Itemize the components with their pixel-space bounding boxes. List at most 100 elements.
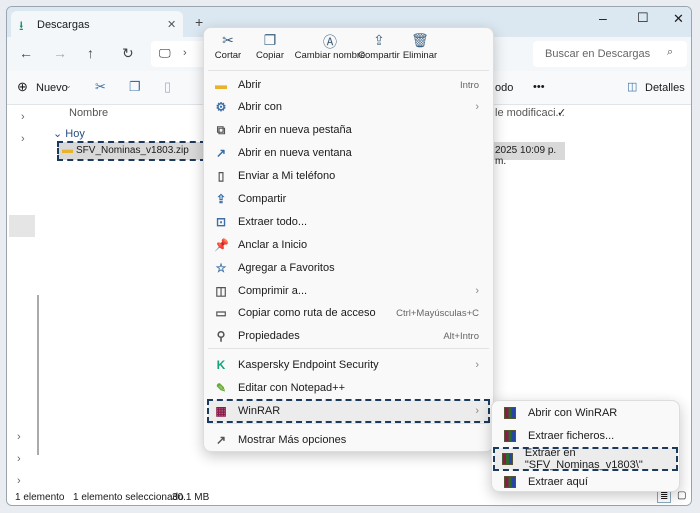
cut-icon: ✂ — [222, 32, 234, 48]
rename-label: Cambiar nombre — [294, 50, 366, 61]
menu-item-mostrar-más-opciones[interactable]: ↗ Mostrar Más opciones — [208, 429, 489, 451]
file-row-selected[interactable]: ▬ SFV_Nominas_v1803.zip — [57, 141, 206, 161]
share-icon: ⇪ — [215, 192, 227, 206]
group-label: Hoy — [65, 128, 85, 140]
menu-item-label: Abrir en nueva ventana — [238, 147, 352, 159]
expand-icon[interactable]: › — [17, 475, 21, 487]
menu-item-editar-con-notepad[interactable]: ✎ Editar con Notepad++ — [208, 377, 489, 399]
menu-item-label: Comprimir a... — [238, 285, 308, 297]
kaspersky-icon: K — [216, 358, 226, 372]
menu-item-agregar-a-favoritos[interactable]: ☆ Agregar a Favoritos — [208, 257, 489, 279]
column-header-name[interactable]: Nombre — [69, 107, 108, 119]
menu-item-label: Anclar a Inicio — [238, 239, 308, 251]
computer-icon: 🖵 — [159, 46, 171, 60]
cut-label: Cortar — [214, 50, 242, 61]
tiles-view-icon[interactable]: ▢ — [677, 490, 686, 501]
winrar-icon — [502, 453, 513, 465]
navigation-pane: › › › › › — [7, 105, 43, 489]
nav-item-selected[interactable] — [9, 215, 35, 237]
sort-button-label[interactable]: odo — [495, 82, 513, 94]
expand-icon[interactable]: › — [21, 111, 25, 123]
extract-icon: ⊡ — [215, 215, 227, 229]
new-button[interactable]: Nuevo — [36, 82, 68, 94]
menu-item-abrir-en-nueva-pestaña[interactable]: ⧉ Abrir en nueva pestaña — [208, 119, 489, 141]
menu-item-compartir[interactable]: ⇪ Compartir — [208, 188, 489, 210]
search-placeholder: Buscar en Descargas — [545, 48, 651, 60]
tab-descargas[interactable]: ⭳ Descargas ✕ — [11, 11, 183, 39]
group-header-hoy[interactable]: ⌄ Hoy — [53, 127, 85, 140]
close-window-button[interactable]: ✕ — [673, 11, 684, 27]
chevron-right-icon: › — [183, 47, 187, 59]
star-icon: ☆ — [215, 261, 227, 275]
menu-item-label: Compartir — [238, 193, 287, 205]
phone-icon: ▯ — [217, 169, 225, 183]
folder-icon: ▬ — [215, 78, 227, 92]
menu-item-abrir-con-winrar[interactable]: Abrir con WinRAR — [496, 402, 675, 424]
menu-item-winrar[interactable]: ▦ WinRAR › — [207, 399, 490, 423]
winrar-icon: ▦ — [215, 404, 227, 418]
forward-icon[interactable]: → — [53, 45, 67, 61]
menu-item-extraer-en-carpeta[interactable]: Extraer en "SFV_Nominas_v1803\" — [493, 447, 678, 471]
menu-item-extraer-ficheros[interactable]: Extraer ficheros... — [496, 425, 675, 447]
menu-item-abrir[interactable]: ▬ Abrir Intro — [208, 74, 489, 96]
chevron-down-icon: ⌄ — [65, 81, 72, 90]
file-modified-cell[interactable]: 2025 10:09 p. m. — [493, 142, 565, 167]
refresh-icon[interactable]: ↻ — [122, 45, 134, 62]
winrar-icon — [504, 407, 516, 419]
menu-item-anclar-a-inicio[interactable]: 📌 Anclar a Inicio — [208, 234, 489, 256]
more-button[interactable]: ••• — [533, 81, 545, 93]
menu-item-abrir-con[interactable]: ⚙ Abrir con › — [208, 96, 489, 118]
up-icon[interactable]: ↑ — [87, 45, 94, 61]
menu-item-comprimir-a[interactable]: ◫ Comprimir a... › — [208, 280, 489, 302]
menu-item-label: Mostrar Más opciones — [238, 434, 347, 446]
minimize-button[interactable]: – — [599, 10, 607, 26]
nav-scrollbar[interactable] — [37, 295, 39, 455]
copy-icon[interactable]: ❐ — [129, 79, 141, 95]
menu-item-label: Copiar como ruta de acceso — [238, 307, 376, 319]
address-bar[interactable]: 🖵 › — [151, 41, 207, 67]
status-size: 30.1 MB — [172, 492, 210, 503]
menu-item-propiedades[interactable]: ⚲ Propiedades Alt+Intro — [208, 325, 489, 347]
chevron-right-icon: › — [475, 405, 479, 417]
column-header-modified[interactable]: le modificaci... — [495, 107, 565, 119]
maximize-button[interactable]: ☐ — [637, 10, 649, 26]
copy-icon: ❐ — [263, 32, 277, 48]
check-icon: ✓ — [557, 107, 567, 119]
expand-icon[interactable]: › — [21, 133, 25, 145]
search-icon[interactable]: ⌕ — [667, 46, 673, 59]
rename-icon: Ⓐ — [323, 34, 337, 50]
menu-item-label: Extraer en "SFV_Nominas_v1803\" — [524, 447, 643, 471]
delete-button[interactable]: 🗑 Eliminar — [402, 32, 438, 61]
cut-button[interactable]: ✂ Cortar — [210, 32, 246, 61]
search-box[interactable]: Buscar en Descargas ⌕ — [533, 41, 687, 67]
cut-icon[interactable]: ✂ — [95, 79, 106, 95]
expand-icon[interactable]: › — [17, 431, 21, 443]
new-tab-button[interactable]: + — [195, 14, 203, 30]
menu-item-abrir-en-nueva-ventana[interactable]: ↗ Abrir en nueva ventana — [208, 142, 489, 164]
rename-button[interactable]: Ⓐ Cambiar nombre — [292, 32, 368, 61]
menu-item-label: Kaspersky Endpoint Security — [238, 359, 379, 371]
menu-item-enviar-a-mi-teléfono[interactable]: ▯ Enviar a Mi teléfono — [208, 165, 489, 187]
paste-icon[interactable]: ▯ — [164, 79, 171, 95]
menu-item-kaspersky-endpoint-security[interactable]: K Kaspersky Endpoint Security › — [208, 354, 489, 376]
menu-item-extraer-aqui[interactable]: Extraer aquí — [496, 471, 675, 493]
share-button[interactable]: ⇪ Compartir — [358, 32, 400, 61]
back-icon[interactable]: ← — [19, 45, 33, 61]
close-tab-icon[interactable]: ✕ — [167, 18, 176, 31]
details-button[interactable]: Detalles — [645, 82, 685, 94]
expand-icon[interactable]: › — [17, 453, 21, 465]
winrar-icon — [504, 430, 516, 442]
copy-button[interactable]: ❐ Copiar — [252, 32, 288, 61]
menu-item-label: WinRAR — [238, 405, 281, 417]
notepad-icon: ✎ — [215, 381, 227, 395]
trash-icon: 🗑 — [411, 32, 429, 48]
tab-title: Descargas — [37, 19, 90, 31]
menu-item-label: Extraer ficheros... — [528, 430, 615, 442]
menu-item-extraer-todo[interactable]: ⊡ Extraer todo... — [208, 211, 489, 233]
file-name: SFV_Nominas_v1803.zip — [76, 145, 189, 156]
menu-item-label: Enviar a Mi teléfono — [238, 170, 336, 182]
pin-icon: 📌 — [214, 238, 229, 252]
menu-item-label: Abrir con — [238, 101, 283, 113]
menu-item-shortcut: Ctrl+Mayúsculas+C — [396, 307, 479, 319]
menu-item-copiar-como-ruta-de-acceso[interactable]: ▭ Copiar como ruta de acceso Ctrl+Mayúscul… — [208, 302, 489, 324]
